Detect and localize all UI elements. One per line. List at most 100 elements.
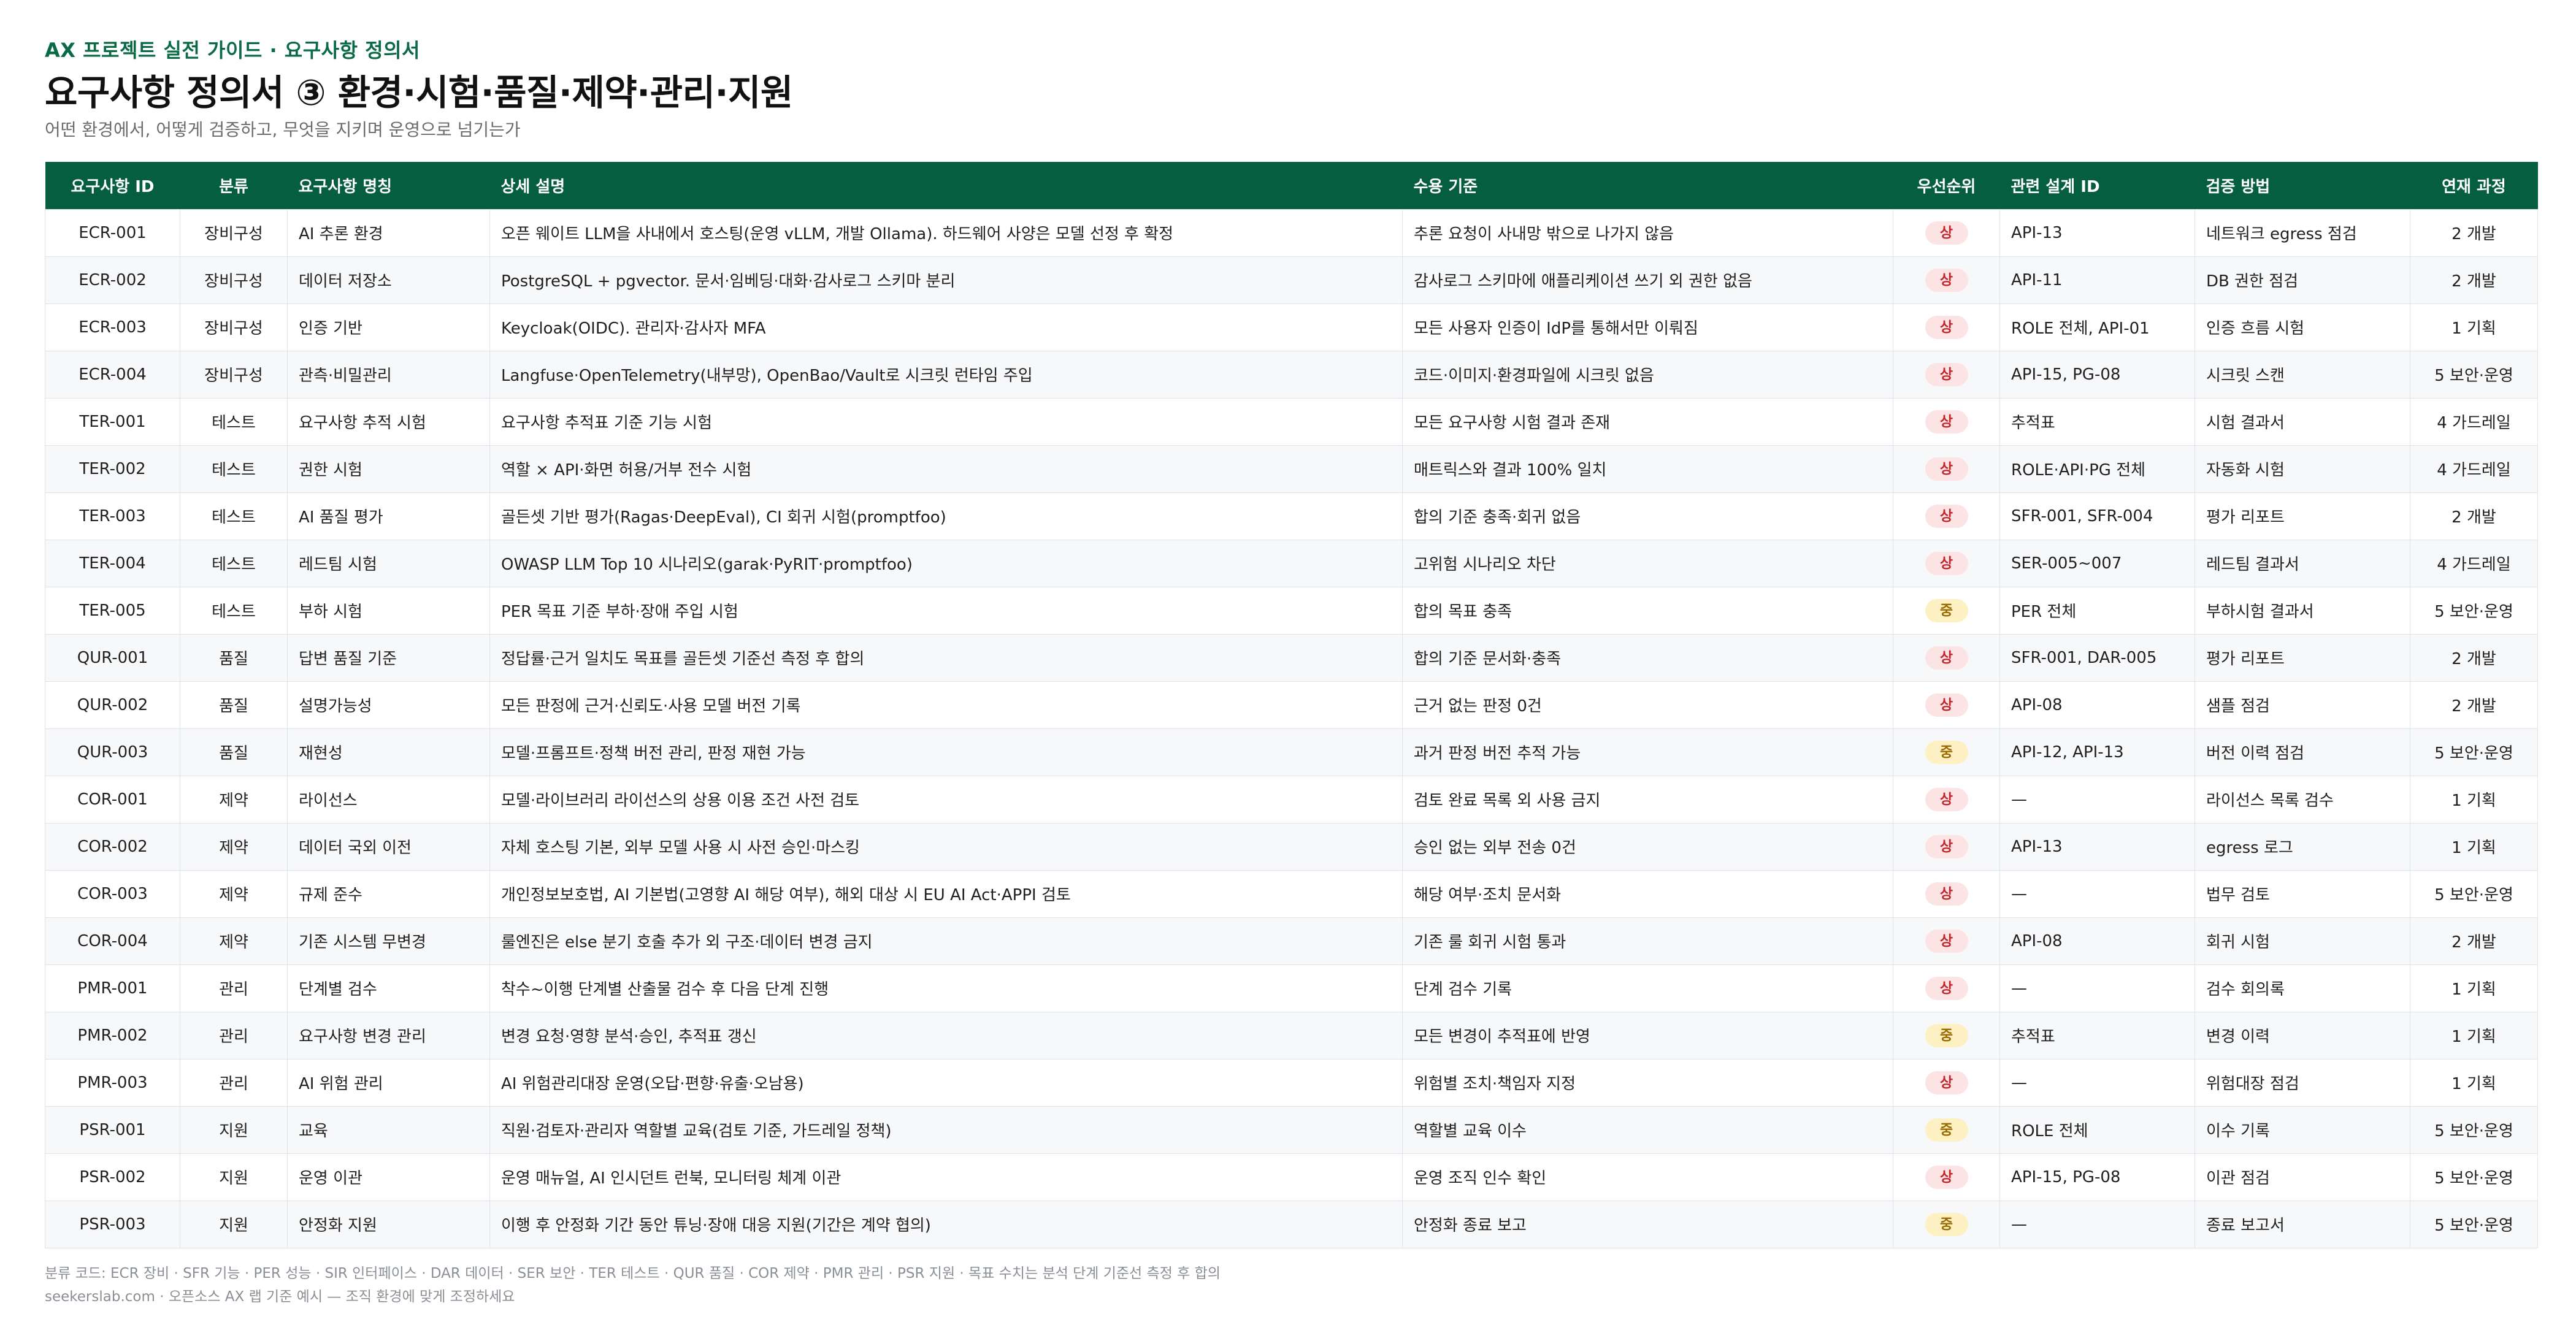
cell-verification: egress 로그	[2195, 822, 2410, 871]
priority-badge: 상	[1925, 1071, 1968, 1094]
cell-priority: 상	[1893, 822, 2000, 871]
priority-badge: 상	[1925, 929, 1968, 953]
priority-badge: 상	[1925, 646, 1968, 670]
cell-acceptance: 승인 없는 외부 전송 0건	[1402, 822, 1893, 871]
cell-req-name: AI 위험 관리	[287, 1058, 490, 1107]
cell-req-id: TER-002	[45, 445, 180, 493]
column-header-acceptance[interactable]: 수용 기준	[1403, 162, 1893, 209]
column-header-id[interactable]: 요구사항 ID	[45, 162, 180, 209]
cell-verification: 검수 회의록	[2195, 964, 2410, 1012]
cell-req-id: TER-001	[45, 397, 180, 446]
cell-design-id: SFR-001, SFR-004	[1999, 492, 2195, 540]
cell-req-name: 라이선스	[287, 775, 490, 823]
cell-description: 착수~이행 단계별 산출물 검수 후 다음 단계 진행	[489, 964, 1403, 1012]
cell-verification: 자동화 시험	[2195, 445, 2410, 493]
table-row[interactable]: PMR-001 관리 단계별 검수 착수~이행 단계별 산출물 검수 후 다음 단계 …	[45, 964, 2538, 1012]
cell-category: 품질	[180, 681, 288, 729]
cell-acceptance: 기존 룰 회귀 시험 통과	[1402, 917, 1893, 965]
cell-priority: 상	[1893, 1058, 2000, 1107]
cell-series: 2 개발	[2410, 917, 2538, 965]
priority-badge: 상	[1925, 551, 1968, 575]
column-header-series[interactable]: 연재 과정	[2410, 162, 2538, 209]
table-row[interactable]: TER-001 테스트 요구사항 추적 시험 요구사항 추적표 기준 기능 시험 모든 …	[45, 397, 2538, 446]
table-row[interactable]: ECR-004 장비구성 관측·비밀관리 Langfuse·OpenTelemetry…	[45, 350, 2538, 399]
cell-priority: 상	[1893, 539, 2000, 587]
cell-priority: 상	[1893, 492, 2000, 540]
table-row[interactable]: ECR-003 장비구성 인증 기반 Keycloak(OIDC). 관리자·감사자 …	[45, 303, 2538, 351]
table-row[interactable]: PMR-002 관리 요구사항 변경 관리 변경 요청·영향 분석·승인, 추적표 갱…	[45, 1011, 2538, 1060]
cell-req-id: ECR-003	[45, 303, 180, 351]
cell-category: 제약	[180, 869, 288, 918]
priority-badge: 상	[1925, 787, 1968, 811]
cell-acceptance: 고위험 시나리오 차단	[1402, 539, 1893, 587]
cell-series: 1 기획	[2410, 303, 2538, 351]
cell-priority: 상	[1893, 1153, 2000, 1201]
column-header-priority[interactable]: 우선순위	[1893, 162, 2000, 209]
table-row[interactable]: QUR-003 품질 재현성 모델·프롬프트·정책 버전 관리, 판정 재현 가능 과거…	[45, 728, 2538, 776]
cell-description: PostgreSQL + pgvector. 문서·임베딩·대화·감사로그 스키…	[489, 256, 1403, 304]
cell-category: 관리	[180, 1011, 288, 1060]
column-header-design-id[interactable]: 관련 설계 ID	[2000, 162, 2195, 209]
table-row[interactable]: PMR-003 관리 AI 위험 관리 AI 위험관리대장 운영(오답·편향·유출·오…	[45, 1058, 2538, 1107]
cell-req-id: PSR-002	[45, 1153, 180, 1201]
cell-description: PER 목표 기준 부하·장애 주입 시험	[489, 586, 1403, 635]
table-row[interactable]: TER-004 테스트 레드팀 시험 OWASP LLM Top 10 시나리오(ga…	[45, 539, 2538, 587]
cell-description: 이행 후 안정화 기간 동안 튜닝·장애 대응 지원(기간은 계약 협의)	[489, 1200, 1403, 1248]
cell-req-name: 요구사항 변경 관리	[287, 1011, 490, 1060]
cell-priority: 상	[1893, 256, 2000, 304]
table-row[interactable]: PSR-001 지원 교육 직원·검토자·관리자 역할별 교육(검토 기준, 가드레일…	[45, 1106, 2538, 1154]
cell-priority: 상	[1893, 869, 2000, 918]
table-row[interactable]: ECR-001 장비구성 AI 추론 환경 오픈 웨이트 LLM을 사내에서 호스팅(…	[45, 208, 2538, 257]
cell-category: 품질	[180, 633, 288, 682]
cell-series: 5 보안·운영	[2410, 1106, 2538, 1154]
cell-description: 룰엔진은 else 분기 호출 추가 외 구조·데이터 변경 금지	[489, 917, 1403, 965]
cell-req-name: 운영 이관	[287, 1153, 490, 1201]
column-header-verification[interactable]: 검증 방법	[2195, 162, 2410, 209]
table-row[interactable]: QUR-002 품질 설명가능성 모든 판정에 근거·신뢰도·사용 모델 버전 기록 근…	[45, 681, 2538, 729]
table-row[interactable]: PSR-003 지원 안정화 지원 이행 후 안정화 기간 동안 튜닝·장애 대응 지…	[45, 1200, 2538, 1248]
cell-priority: 상	[1893, 303, 2000, 351]
table-row[interactable]: TER-005 테스트 부하 시험 PER 목표 기준 부하·장애 주입 시험 합의 목…	[45, 586, 2538, 635]
table-row[interactable]: TER-003 테스트 AI 품질 평가 골든셋 기반 평가(Ragas·DeepEv…	[45, 492, 2538, 540]
cell-category: 테스트	[180, 445, 288, 493]
priority-badge: 상	[1925, 976, 1968, 1000]
cell-req-id: ECR-002	[45, 256, 180, 304]
cell-verification: 샘플 점검	[2195, 681, 2410, 729]
cell-series: 2 개발	[2410, 681, 2538, 729]
column-header-category[interactable]: 분류	[180, 162, 288, 209]
cell-priority: 중	[1893, 586, 2000, 635]
cell-acceptance: 안정화 종료 보고	[1402, 1200, 1893, 1248]
cell-category: 제약	[180, 822, 288, 871]
cell-verification: 버전 이력 점검	[2195, 728, 2410, 776]
cell-req-name: 데이터 국외 이전	[287, 822, 490, 871]
column-header-name[interactable]: 요구사항 명칭	[288, 162, 490, 209]
table-row[interactable]: TER-002 테스트 권한 시험 역할 × API·화면 허용/거부 전수 시험 매트…	[45, 445, 2538, 493]
table-row[interactable]: QUR-001 품질 답변 품질 기준 정답률·근거 일치도 목표를 골든셋 기준선 …	[45, 633, 2538, 682]
cell-acceptance: 감사로그 스키마에 애플리케이션 쓰기 외 권한 없음	[1402, 256, 1893, 304]
cell-verification: 평가 리포트	[2195, 633, 2410, 682]
priority-badge: 상	[1925, 1165, 1968, 1189]
cell-series: 2 개발	[2410, 256, 2538, 304]
cell-req-name: 설명가능성	[287, 681, 490, 729]
cell-req-name: 관측·비밀관리	[287, 350, 490, 399]
cell-req-id: COR-003	[45, 869, 180, 918]
cell-verification: 변경 이력	[2195, 1011, 2410, 1060]
priority-badge: 중	[1925, 598, 1968, 622]
cell-description: AI 위험관리대장 운영(오답·편향·유출·오남용)	[489, 1058, 1403, 1107]
cell-priority: 상	[1893, 445, 2000, 493]
column-header-description[interactable]: 상세 설명	[490, 162, 1403, 209]
table-row[interactable]: COR-003 제약 규제 준수 개인정보보호법, AI 기본법(고영향 AI 해당 …	[45, 869, 2538, 918]
cell-verification: 인증 흐름 시험	[2195, 303, 2410, 351]
table-row[interactable]: PSR-002 지원 운영 이관 운영 매뉴얼, AI 인시던트 런북, 모니터링 체…	[45, 1153, 2538, 1201]
cell-series: 2 개발	[2410, 633, 2538, 682]
table-row[interactable]: ECR-002 장비구성 데이터 저장소 PostgreSQL + pgvector.…	[45, 256, 2538, 304]
table-body: ECR-001 장비구성 AI 추론 환경 오픈 웨이트 LLM을 사내에서 호스팅(…	[45, 208, 2538, 1248]
table-row[interactable]: COR-002 제약 데이터 국외 이전 자체 호스팅 기본, 외부 모델 사용 시 …	[45, 822, 2538, 871]
table-row[interactable]: COR-004 제약 기존 시스템 무변경 룰엔진은 else 분기 호출 추가 외 …	[45, 917, 2538, 965]
priority-badge: 상	[1925, 315, 1968, 339]
cell-design-id: PER 전체	[1999, 586, 2195, 635]
cell-req-id: ECR-004	[45, 350, 180, 399]
cell-req-name: 인증 기반	[287, 303, 490, 351]
cell-req-id: TER-005	[45, 586, 180, 635]
table-row[interactable]: COR-001 제약 라이선스 모델·라이브러리 라이선스의 상용 이용 조건 사전 …	[45, 775, 2538, 823]
